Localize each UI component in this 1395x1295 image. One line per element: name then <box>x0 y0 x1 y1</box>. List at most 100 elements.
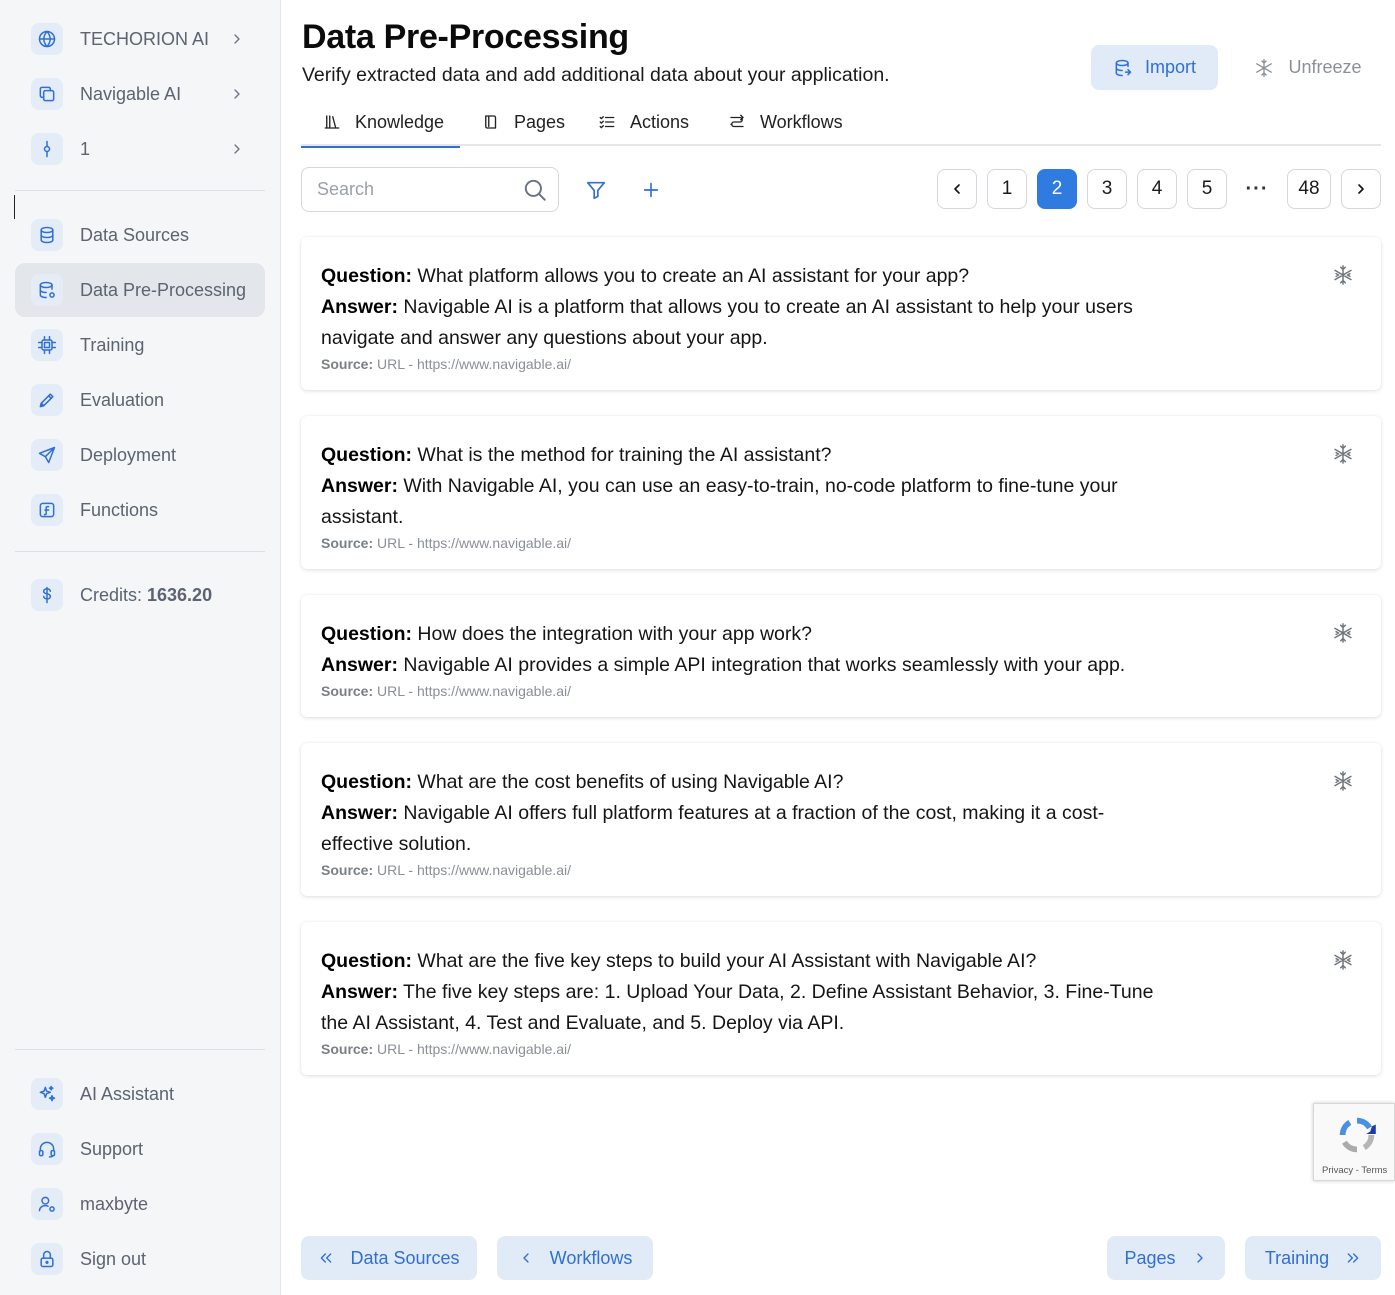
org-name: TECHORION AI <box>80 28 210 49</box>
sidebar-item-profile[interactable]: maxbyte <box>15 1177 265 1231</box>
card-source: Source: URL - https://www.navigable.ai/ <box>321 861 1171 879</box>
answer-text: The five key steps are: 1. Upload Your D… <box>321 981 1154 1034</box>
sidebar: TECHORION AI Navigable AI 1 Data Sources… <box>0 0 281 1295</box>
headset-icon <box>31 1133 63 1165</box>
pagination-next-button[interactable] <box>1341 169 1381 209</box>
route-icon <box>730 114 744 128</box>
search-icon[interactable] <box>522 177 548 203</box>
source-label: Source: <box>321 862 374 878</box>
pagination-ellipsis: ··· <box>1245 177 1269 200</box>
snowflake-icon <box>1334 265 1352 285</box>
sidebar-item-data-sources[interactable]: Data Sources <box>15 208 265 262</box>
card-question: Question: How does the integration with … <box>321 619 1171 650</box>
sidebar-item-data-pre-processing[interactable]: Data Pre-Processing <box>15 263 265 317</box>
pagination-page-4[interactable]: 4 <box>1137 169 1177 209</box>
card-answer: Answer: Navigable AI is a platform that … <box>321 292 1171 354</box>
tab-label: Pages <box>514 111 566 132</box>
tab-knowledge[interactable]: Knowledge <box>301 98 460 148</box>
pagination-prev-button[interactable] <box>937 169 977 209</box>
chevron-right-icon <box>229 31 245 47</box>
credits-value: 1636.20 <box>147 584 213 605</box>
sidebar-item-deployment[interactable]: Deployment <box>15 428 265 482</box>
pagination-page-5[interactable]: 5 <box>1187 169 1227 209</box>
card-question: Question: What are the five key steps to… <box>321 946 1171 977</box>
chevrons-right-icon <box>1347 1253 1359 1263</box>
nav-workflows-button[interactable]: Workflows <box>497 1236 653 1280</box>
answer-label: Answer: <box>321 802 398 824</box>
tab-actions[interactable]: Actions <box>598 98 689 146</box>
pagination-page-2[interactable]: 2 <box>1037 169 1077 209</box>
question-text: What are the cost benefits of using Navi… <box>417 771 844 793</box>
sidebar-item-functions[interactable]: Functions <box>15 483 265 537</box>
sidebar-item-label: Data Pre-Processing <box>80 279 247 300</box>
freeze-button[interactable] <box>1331 949 1355 973</box>
source-text: URL - https://www.navigable.ai/ <box>377 862 572 878</box>
sidebar-item-support[interactable]: Support <box>15 1122 265 1176</box>
sidebar-item-training[interactable]: Training <box>15 318 265 372</box>
question-text: What platform allows you to create an AI… <box>417 265 970 287</box>
answer-label: Answer: <box>321 296 398 318</box>
chevrons-left-icon <box>321 1253 332 1263</box>
tab-workflows[interactable]: Workflows <box>728 98 843 146</box>
filter-button[interactable] <box>578 172 614 208</box>
question-label: Question: <box>321 623 412 645</box>
answer-text: With Navigable AI, you can use an easy-t… <box>321 475 1118 528</box>
tab-label: Knowledge <box>355 111 445 132</box>
source-text: URL - https://www.navigable.ai/ <box>377 535 572 551</box>
recaptcha-badge[interactable]: Privacy - Terms <box>1313 1103 1395 1181</box>
tab-label: Workflows <box>760 111 843 132</box>
freeze-button[interactable] <box>1331 264 1355 288</box>
credits-display: Credits: 1636.20 <box>15 568 265 622</box>
freeze-button[interactable] <box>1331 622 1355 646</box>
project-name: Navigable AI <box>80 83 182 104</box>
freeze-button[interactable] <box>1331 770 1355 794</box>
nav-label: Pages <box>1124 1247 1176 1268</box>
tab-pages[interactable]: Pages <box>482 98 565 146</box>
search-input[interactable] <box>317 179 522 200</box>
source-label: Source: <box>321 1041 374 1057</box>
pagination-page-3[interactable]: 3 <box>1087 169 1127 209</box>
snowflake-icon <box>1334 623 1352 643</box>
add-button[interactable] <box>633 172 669 208</box>
nav-label: Data Sources <box>350 1247 460 1268</box>
nav-data-sources-button[interactable]: Data Sources <box>301 1236 477 1280</box>
org-switcher[interactable]: TECHORION AI <box>15 12 265 66</box>
answer-label: Answer: <box>321 981 398 1003</box>
chevron-right-icon <box>229 141 245 157</box>
question-label: Question: <box>321 950 412 972</box>
sidebar-divider <box>15 551 265 552</box>
nav-label: Training <box>1264 1247 1330 1268</box>
card-source: Source: URL - https://www.navigable.ai/ <box>321 355 1171 373</box>
card-source: Source: URL - https://www.navigable.ai/ <box>321 1040 1171 1058</box>
tab-label: Actions <box>630 111 690 132</box>
nav-training-button[interactable]: Training <box>1245 1236 1381 1280</box>
pagination-page-1[interactable]: 1 <box>987 169 1027 209</box>
version-switcher[interactable]: 1 <box>15 122 265 176</box>
sidebar-item-sign-out[interactable]: Sign out <box>15 1232 265 1286</box>
user-settings-icon <box>31 1188 63 1220</box>
knowledge-card: Question: How does the integration with … <box>301 595 1381 717</box>
sidebar-item-evaluation[interactable]: Evaluation <box>15 373 265 427</box>
knowledge-card: Question: What are the five key steps to… <box>301 922 1381 1075</box>
import-button[interactable]: Import <box>1091 45 1218 90</box>
project-switcher[interactable]: Navigable AI <box>15 67 265 121</box>
database-import-icon <box>1115 59 1132 76</box>
unfreeze-button[interactable]: Unfreeze <box>1238 45 1378 90</box>
sidebar-item-label: Deployment <box>80 444 177 465</box>
answer-text: Navigable AI is a platform that allows y… <box>321 296 1133 349</box>
book-open-icon <box>485 115 497 129</box>
nav-pages-button[interactable]: Pages <box>1107 1236 1225 1280</box>
git-commit-icon <box>31 133 63 165</box>
freeze-button[interactable] <box>1331 443 1355 467</box>
pagination-page-last[interactable]: 48 <box>1287 169 1331 209</box>
dollar-icon <box>31 579 63 611</box>
question-label: Question: <box>321 444 412 466</box>
database-icon <box>31 219 63 251</box>
sidebar-item-ai-assistant[interactable]: AI Assistant <box>15 1067 265 1121</box>
list-checks-icon <box>599 116 615 129</box>
card-answer: Answer: Navigable AI provides a simple A… <box>321 650 1171 681</box>
sidebar-item-label: Sign out <box>80 1248 147 1269</box>
recaptcha-terms[interactable]: Privacy - Terms <box>1322 1165 1387 1176</box>
database-settings-icon <box>31 274 63 306</box>
chevron-right-icon <box>1196 1253 1203 1263</box>
